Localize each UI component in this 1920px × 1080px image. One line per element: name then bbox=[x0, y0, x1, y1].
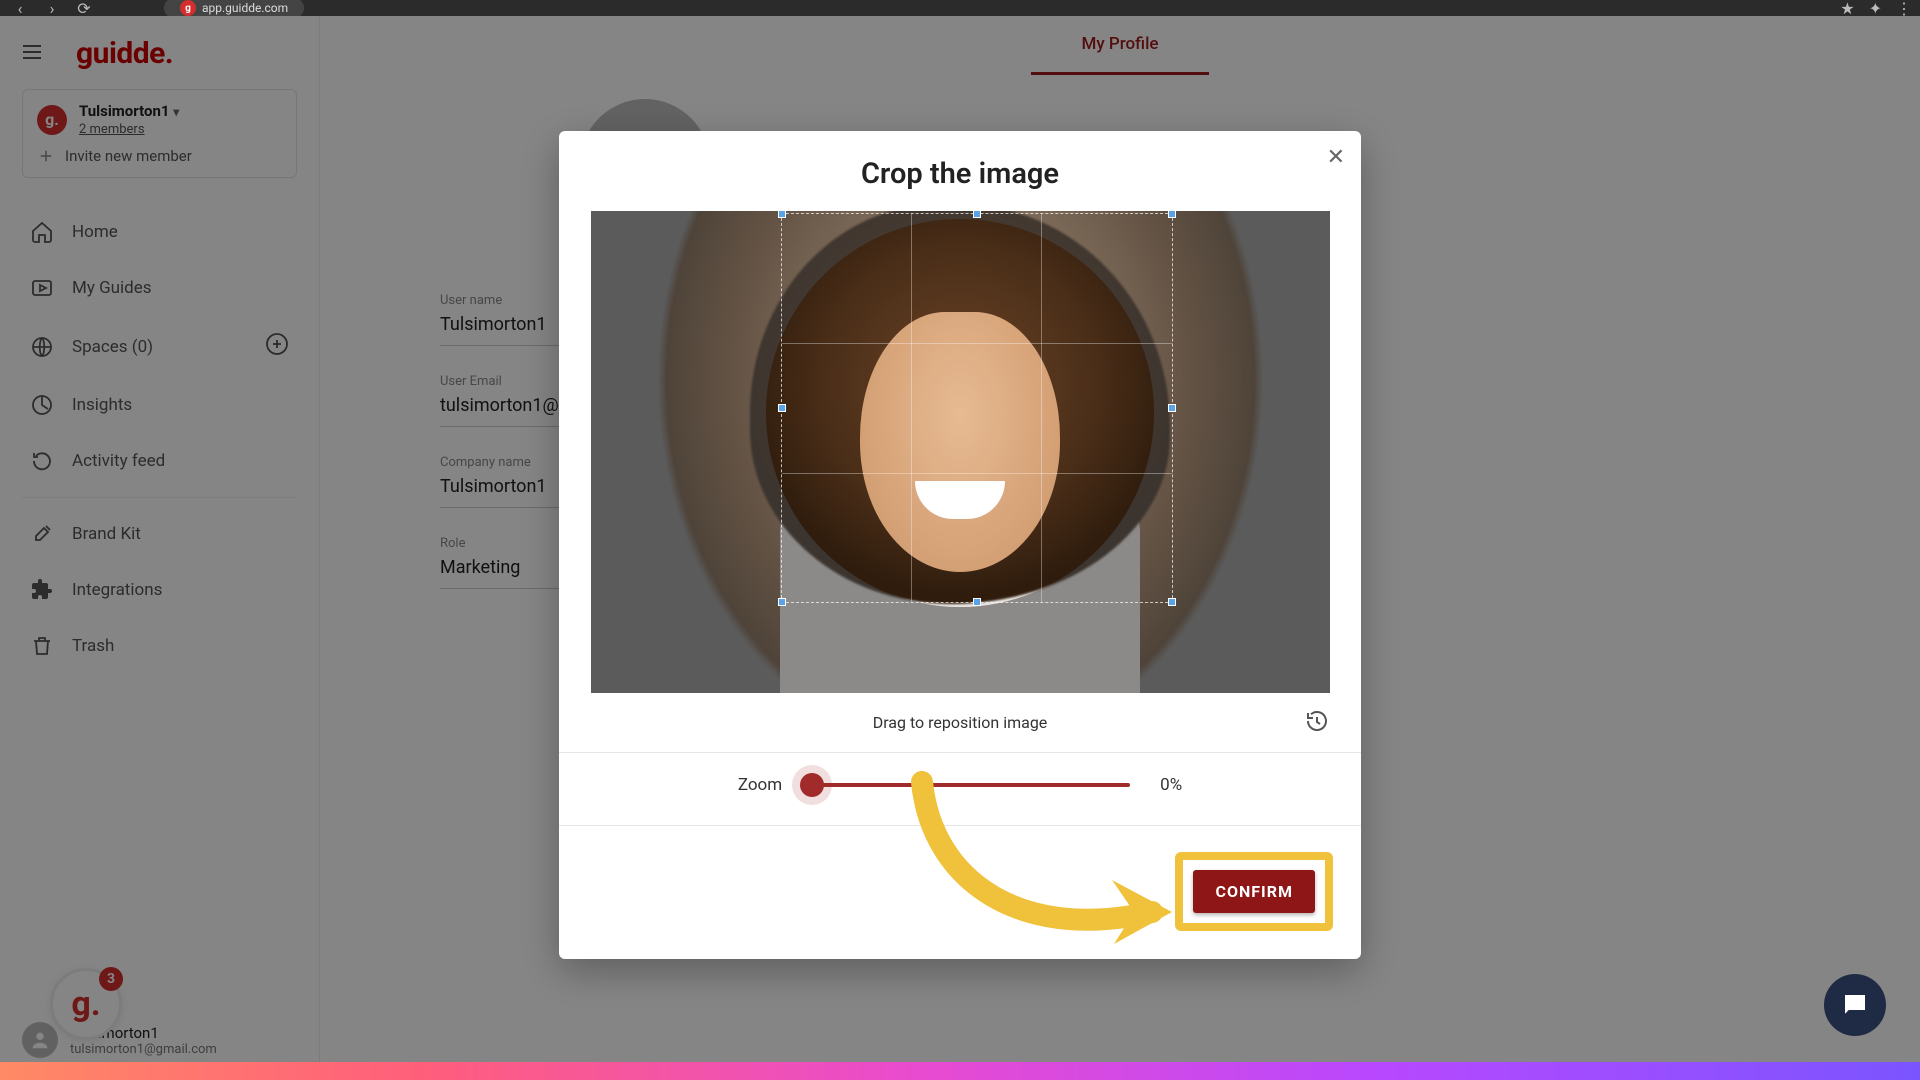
extension-icon[interactable]: ✦ bbox=[1869, 0, 1882, 18]
crop-image-modal: ✕ Crop the image bbox=[559, 131, 1361, 959]
modal-overlay[interactable]: ✕ Crop the image bbox=[0, 16, 1920, 1080]
crop-circle-mask bbox=[766, 219, 1154, 607]
crop-hint-row: Drag to reposition image bbox=[559, 693, 1361, 753]
zoom-slider[interactable] bbox=[812, 783, 1130, 787]
more-icon[interactable]: ⋮ bbox=[1896, 0, 1912, 18]
crop-hint-text: Drag to reposition image bbox=[873, 713, 1048, 732]
chat-fab[interactable] bbox=[1824, 974, 1886, 1036]
browser-chrome: ‹ › ⟳ g app.guidde.com ★ ✦ ⋮ bbox=[0, 0, 1920, 16]
tab-favicon: g bbox=[180, 0, 196, 16]
close-button[interactable]: ✕ bbox=[1327, 145, 1345, 170]
confirm-highlight: CONFIRM bbox=[1177, 854, 1331, 929]
bookmark-icon[interactable]: ★ bbox=[1840, 0, 1854, 18]
zoom-row: Zoom 0% bbox=[559, 753, 1361, 826]
crop-canvas[interactable] bbox=[591, 211, 1330, 693]
history-icon[interactable] bbox=[1305, 709, 1329, 737]
slider-thumb[interactable] bbox=[800, 773, 824, 797]
zoom-value: 0% bbox=[1160, 775, 1182, 795]
decorative-footer-bar bbox=[0, 1062, 1920, 1080]
close-icon: ✕ bbox=[1327, 145, 1345, 170]
confirm-button[interactable]: CONFIRM bbox=[1193, 870, 1315, 913]
browser-url: app.guidde.com bbox=[202, 1, 288, 15]
zoom-label: Zoom bbox=[738, 775, 782, 795]
modal-title: Crop the image bbox=[559, 131, 1361, 211]
modal-footer: CONFIRM bbox=[559, 826, 1361, 959]
